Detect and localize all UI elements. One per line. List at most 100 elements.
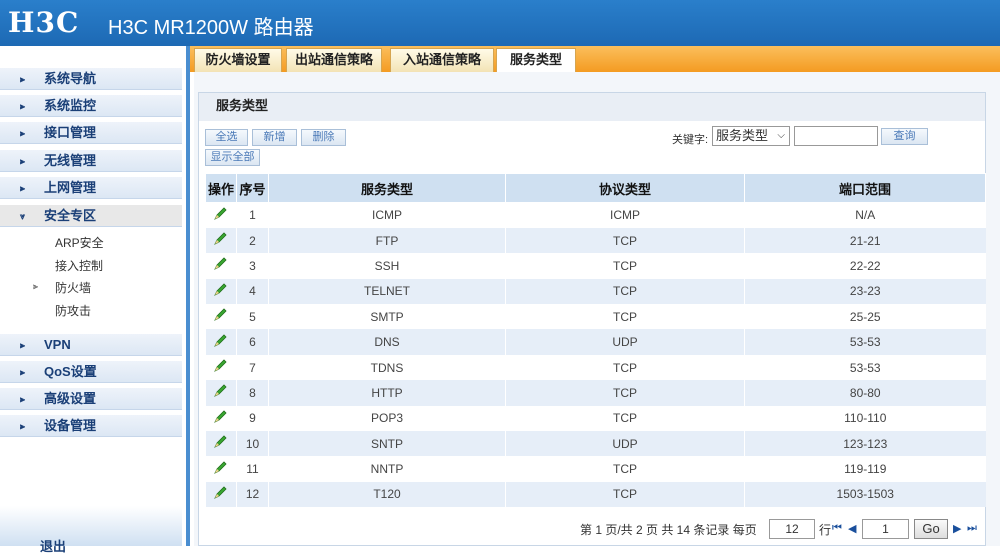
- edit-pencil-icon[interactable]: [213, 461, 229, 475]
- edit-pencil-icon[interactable]: [213, 334, 229, 348]
- table-row: 12 T120 TCP 1503-1503: [205, 481, 986, 508]
- sidebar-item-advanced[interactable]: ⫸ 高级设置: [0, 388, 182, 410]
- edit-pencil-icon[interactable]: [213, 359, 229, 373]
- prev-page-icon[interactable]: ◀: [848, 522, 856, 535]
- row-index: 11: [236, 456, 269, 482]
- go-button[interactable]: Go: [914, 519, 948, 539]
- row-service-type: DNS: [268, 329, 506, 355]
- edit-pencil-icon[interactable]: [213, 232, 229, 246]
- row-protocol: UDP: [505, 329, 745, 355]
- expand-arrow-icon: ⫸: [20, 367, 25, 377]
- edit-cell: [205, 431, 237, 457]
- edit-pencil-icon[interactable]: [213, 283, 229, 297]
- edit-cell: [205, 253, 237, 279]
- table-row: 4 TELNET TCP 23-23: [205, 278, 986, 305]
- row-port-range: N/A: [744, 202, 986, 228]
- expand-arrow-icon: ⫸: [20, 340, 25, 350]
- sidebar-item-device[interactable]: ⫸ 设备管理: [0, 415, 182, 437]
- sidebar-item-interface[interactable]: ⫸ 接口管理: [0, 122, 182, 144]
- next-page-icon[interactable]: ▶: [953, 522, 961, 535]
- table-row: 11 NNTP TCP 119-119: [205, 456, 986, 482]
- row-index: 5: [236, 304, 269, 330]
- row-port-range: 1503-1503: [744, 481, 986, 508]
- row-index: 1: [236, 202, 269, 228]
- edit-pencil-icon[interactable]: [213, 207, 229, 221]
- panel-title: 服务类型: [199, 93, 985, 121]
- keyword-select[interactable]: 服务类型 ⌵: [712, 126, 790, 146]
- row-port-range: 119-119: [744, 456, 986, 482]
- h3c-logo: H3C: [8, 6, 80, 39]
- keyword-input[interactable]: [794, 126, 878, 146]
- tab-outbound-policy[interactable]: 出站通信策略: [286, 48, 382, 72]
- col-header-protocol[interactable]: 协议类型: [505, 173, 745, 203]
- row-index: 4: [236, 278, 269, 305]
- sidebar-sub-arp[interactable]: ARP安全: [55, 234, 104, 251]
- tab-bar: 防火墙设置 出站通信策略 入站通信策略 服务类型: [190, 46, 1000, 72]
- delete-button[interactable]: 删除: [301, 129, 346, 146]
- row-port-range: 123-123: [744, 431, 986, 457]
- row-protocol: TCP: [505, 481, 745, 508]
- table-body: 1 ICMP ICMP N/A 2 FTP TCP 21-21 3 SSH TCP 22-22 4 TEL…: [205, 202, 986, 508]
- expand-arrow-icon: ⫸: [20, 394, 25, 404]
- sidebar-item-vpn[interactable]: ⫸ VPN: [0, 334, 182, 356]
- table-header-row: 操作 序号 服务类型 协议类型 端口范围: [205, 173, 986, 203]
- row-service-type: FTP: [268, 227, 506, 254]
- edit-pencil-icon[interactable]: [213, 486, 229, 500]
- edit-pencil-icon[interactable]: [213, 435, 229, 449]
- last-page-icon[interactable]: ⏭: [967, 522, 977, 535]
- sidebar: ⫸ 系统导航 ⫸ 系统监控 ⫸ 接口管理 ⫸ 无线管理 ⫸ 上网管理 ⩔ 安全专区 ARP安…: [0, 46, 190, 554]
- show-all-button[interactable]: 显示全部: [205, 149, 260, 166]
- per-page-input[interactable]: 12: [769, 519, 815, 539]
- row-protocol: UDP: [505, 431, 745, 457]
- sidebar-item-security[interactable]: ⩔ 安全专区: [0, 205, 182, 227]
- page-number-input[interactable]: 1: [862, 519, 909, 539]
- row-protocol: ICMP: [505, 202, 745, 228]
- sidebar-sub-access-control[interactable]: 接入控制: [55, 257, 103, 274]
- col-header-port-range[interactable]: 端口范围: [744, 173, 986, 203]
- row-service-type: HTTP: [268, 380, 506, 406]
- edit-cell: [205, 329, 237, 355]
- edit-cell: [205, 227, 237, 254]
- edit-pencil-icon[interactable]: [213, 257, 229, 271]
- row-index: 9: [236, 405, 269, 432]
- table-row: 7 TDNS TCP 53-53: [205, 354, 986, 381]
- sidebar-sub-anti-attack[interactable]: 防攻击: [55, 302, 91, 319]
- chevron-down-icon: ⌵: [777, 130, 785, 141]
- tab-service-type[interactable]: 服务类型: [496, 48, 576, 72]
- sidebar-sub-firewall[interactable]: 防火墙: [55, 279, 91, 296]
- sidebar-item-internet[interactable]: ⫸ 上网管理: [0, 177, 182, 199]
- sidebar-item-system-monitor[interactable]: ⫸ 系统监控: [0, 95, 182, 117]
- expand-arrow-icon: ⫸: [20, 74, 25, 84]
- expand-arrow-icon: ⫸: [20, 128, 25, 138]
- select-all-button[interactable]: 全选: [205, 129, 248, 146]
- tab-firewall-settings[interactable]: 防火墙设置: [194, 48, 282, 72]
- row-service-type: T120: [268, 481, 506, 508]
- first-page-icon[interactable]: ⏮: [832, 522, 842, 535]
- edit-pencil-icon[interactable]: [213, 410, 229, 424]
- table-row: 6 DNS UDP 53-53: [205, 329, 986, 355]
- table-row: 9 POP3 TCP 110-110: [205, 405, 986, 432]
- sidebar-item-wireless[interactable]: ⫸ 无线管理: [0, 150, 182, 172]
- pager-summary: 第 1 页/共 2 页 共 14 条记录 每页: [580, 523, 757, 537]
- keyword-label: 关键字:: [672, 134, 709, 146]
- sidebar-item-system-nav[interactable]: ⫸ 系统导航: [0, 68, 182, 90]
- tab-inbound-policy[interactable]: 入站通信策略: [390, 48, 494, 72]
- app-header: H3C H3C MR1200W 路由器: [0, 0, 1000, 46]
- row-protocol: TCP: [505, 304, 745, 330]
- edit-cell: [205, 202, 237, 228]
- row-service-type: TELNET: [268, 278, 506, 305]
- row-service-type: SSH: [268, 253, 506, 279]
- row-index: 12: [236, 481, 269, 508]
- edit-pencil-icon[interactable]: [213, 384, 229, 398]
- service-type-panel: 服务类型 全选 新增 删除 显示全部 关键字: 服务类型 ⌵ 查询 操作 序号 …: [198, 92, 986, 546]
- expand-arrow-icon: ⫸: [20, 101, 25, 111]
- add-button[interactable]: 新增: [252, 129, 297, 146]
- edit-pencil-icon[interactable]: [213, 308, 229, 322]
- edit-cell: [205, 354, 237, 381]
- row-port-range: 80-80: [744, 380, 986, 406]
- col-header-service-type[interactable]: 服务类型: [268, 173, 506, 203]
- sidebar-item-qos[interactable]: ⫸ QoS设置: [0, 361, 182, 383]
- query-button[interactable]: 查询: [881, 128, 928, 145]
- table-row: 10 SNTP UDP 123-123: [205, 431, 986, 457]
- edit-cell: [205, 456, 237, 482]
